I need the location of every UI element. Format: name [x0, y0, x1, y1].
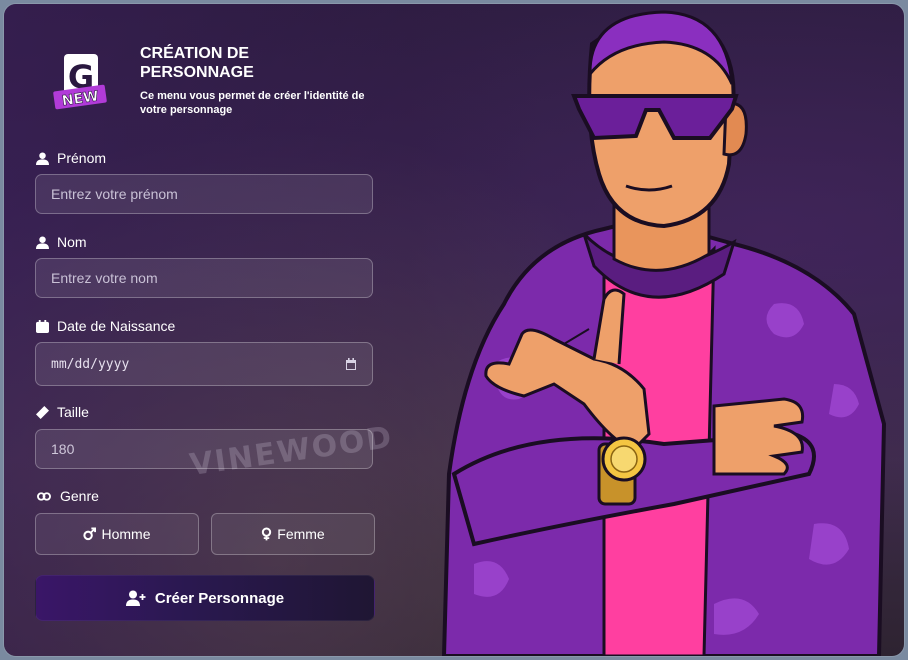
- firstname-placeholder: Entrez votre prénom: [51, 186, 178, 202]
- lastname-placeholder: Entrez votre nom: [51, 270, 158, 286]
- gender-label: Genre: [36, 488, 99, 504]
- calendar-picker-icon[interactable]: [345, 357, 357, 371]
- lastname-label-text: Nom: [57, 234, 87, 250]
- gender-male-button[interactable]: Homme: [35, 513, 199, 555]
- lastname-input[interactable]: Entrez votre nom: [35, 258, 373, 298]
- calendar-icon: [36, 319, 49, 333]
- birthdate-placeholder: mm/dd/yyyy: [51, 356, 130, 372]
- create-character-label: Créer Personnage: [154, 589, 285, 607]
- header: G NEW CRÉATION DE PERSONNAGE Ce menu vou…: [52, 44, 392, 124]
- firstname-label-text: Prénom: [57, 150, 107, 166]
- height-input[interactable]: 180: [35, 429, 373, 469]
- user-icon: [36, 235, 49, 249]
- gender-male-label: Homme: [101, 526, 151, 542]
- gender-female-button[interactable]: Femme: [211, 513, 375, 555]
- height-value: 180: [51, 441, 75, 457]
- lastname-label: Nom: [36, 234, 87, 250]
- user-icon: [36, 151, 49, 165]
- ruler-icon: [36, 405, 49, 419]
- height-label-text: Taille: [57, 404, 89, 420]
- height-label: Taille: [36, 404, 89, 420]
- game-logo: G NEW: [53, 54, 107, 110]
- genderless-icon: [37, 491, 51, 501]
- character-illustration: [441, 10, 887, 656]
- firstname-input[interactable]: Entrez votre prénom: [35, 174, 373, 214]
- user-plus-icon: [125, 590, 146, 606]
- create-character-button[interactable]: Créer Personnage: [35, 575, 375, 621]
- gender-label-text: Genre: [60, 488, 99, 504]
- page-subtitle: Ce menu vous permet de créer l'identité …: [140, 90, 365, 116]
- venus-icon: [262, 527, 272, 541]
- birthdate-input[interactable]: mm/dd/yyyy: [35, 342, 373, 386]
- gender-female-label: Femme: [277, 526, 325, 542]
- firstname-label: Prénom: [36, 150, 106, 166]
- mars-icon: [83, 527, 97, 541]
- birthdate-label-text: Date de Naissance: [57, 318, 176, 334]
- page-title: CRÉATION DE PERSONNAGE: [140, 45, 254, 81]
- character-creation-panel: VINEWOOD G NEW CRÉATION DE PERSONNAGE Ce…: [4, 4, 904, 656]
- birthdate-label: Date de Naissance: [36, 318, 175, 334]
